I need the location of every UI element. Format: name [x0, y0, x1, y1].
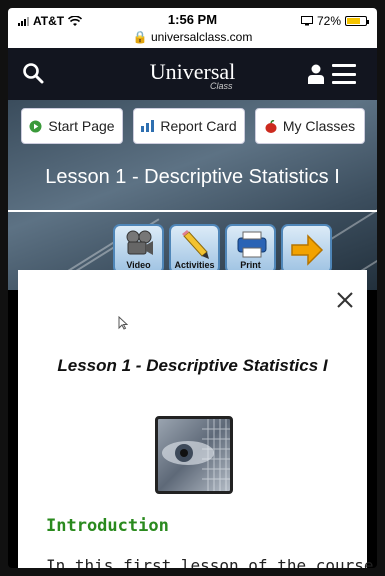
- print-tile-label: Print: [240, 260, 261, 270]
- print-tile[interactable]: Print: [225, 224, 276, 274]
- activities-tile-label: Activities: [174, 260, 215, 270]
- site-header: Universal Class: [8, 48, 377, 100]
- close-icon[interactable]: [335, 290, 355, 310]
- my-classes-button[interactable]: My Classes: [255, 108, 365, 144]
- next-tile[interactable]: [281, 224, 332, 274]
- play-circle-icon: [29, 120, 42, 132]
- content-title: Lesson 1 - Descriptive Statistics I: [57, 356, 328, 375]
- lesson-header: Start Page Report Card My Classes Lesson…: [8, 100, 377, 290]
- section-heading: Introduction: [46, 516, 169, 536]
- address-bar[interactable]: 🔒 universalclass.com: [8, 30, 377, 44]
- header-divider: [8, 210, 377, 212]
- pencil-icon: [182, 230, 209, 259]
- report-card-label: Report Card: [160, 118, 237, 134]
- hamburger-menu-icon[interactable]: [332, 64, 356, 84]
- printer-icon: [237, 231, 267, 258]
- start-page-label: Start Page: [48, 118, 115, 134]
- phone-screen: AT&T 1:56 PM 🔒 universalclass.com 72% Un…: [8, 8, 377, 568]
- user-icon[interactable]: [308, 64, 324, 84]
- activities-tile[interactable]: Activities: [169, 224, 220, 274]
- video-tile[interactable]: Video: [113, 224, 164, 274]
- my-classes-label: My Classes: [282, 118, 356, 134]
- battery-indicator: 72%: [300, 14, 369, 28]
- url-text: universalclass.com: [150, 30, 253, 44]
- lesson-content-card: Lesson 1 - Descriptive Statistics I Intr…: [18, 270, 377, 568]
- report-card-button[interactable]: Report Card: [133, 108, 245, 144]
- video-tile-label: Video: [126, 260, 151, 270]
- eye-image-icon: [162, 419, 230, 491]
- lesson-image: [155, 416, 233, 494]
- arrow-right-icon: [291, 234, 324, 266]
- mouse-pointer-icon: [118, 316, 128, 330]
- battery-icon: [345, 16, 369, 26]
- start-page-button[interactable]: Start Page: [21, 108, 123, 144]
- bar-chart-icon: [141, 120, 155, 132]
- screen-mirror-icon: [300, 16, 313, 26]
- lesson-tools: Video Activities Print: [113, 224, 332, 274]
- lesson-title: Lesson 1 - Descriptive Statistics I: [45, 166, 340, 188]
- lock-icon: 🔒: [132, 30, 148, 44]
- battery-percent: 72%: [316, 14, 341, 28]
- quick-links: Start Page Report Card My Classes: [21, 108, 365, 144]
- battery-level-fill: [347, 18, 360, 24]
- brand-subtitle: Class: [210, 81, 233, 91]
- film-camera-icon: [126, 230, 153, 255]
- lesson-body-text: In this first lesson of the course, we: [46, 556, 377, 568]
- status-bar: AT&T 1:56 PM 🔒 universalclass.com 72%: [8, 8, 377, 48]
- apple-icon: [265, 119, 277, 133]
